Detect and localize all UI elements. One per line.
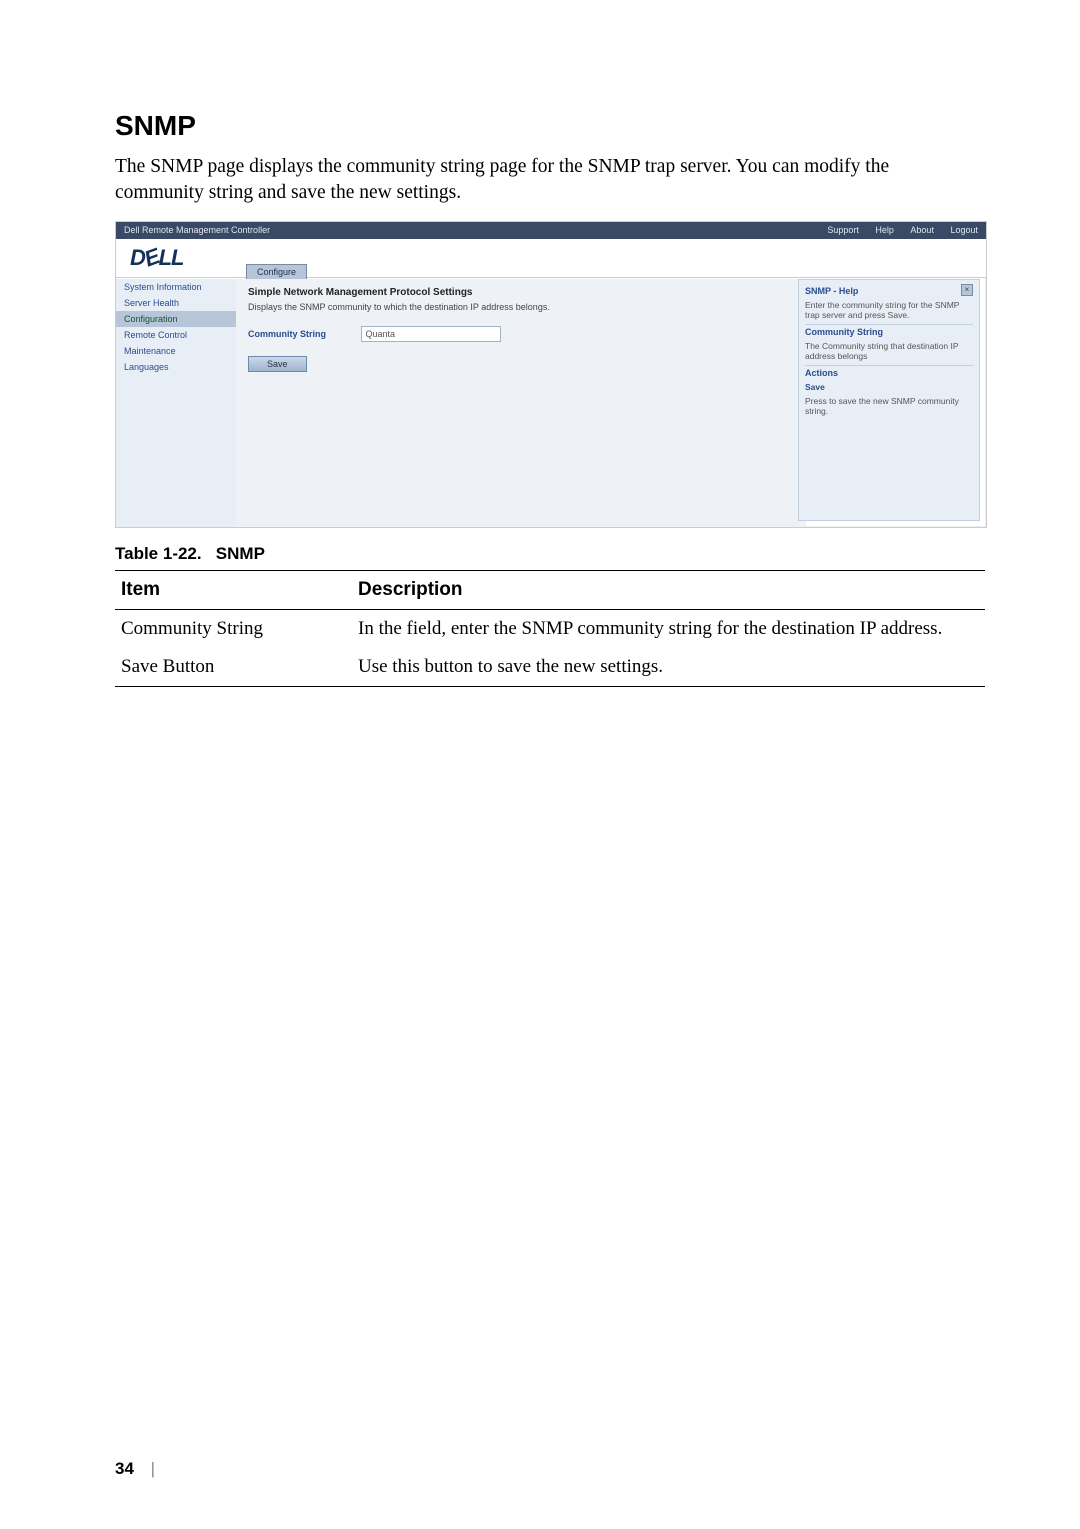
sidebar-item-server-health[interactable]: Server Health (116, 295, 236, 311)
help-intro: Enter the community string for the SNMP … (805, 300, 973, 320)
help-title: SNMP - Help (805, 284, 973, 298)
header-row: DELL Configure Alerts Mouse Mode Network… (116, 239, 986, 278)
sidebar-item-configuration[interactable]: Configuration (116, 311, 236, 327)
help-panel: × SNMP - Help Enter the community string… (798, 279, 980, 521)
community-string-input[interactable] (361, 326, 501, 342)
table-header-item: Item (115, 570, 352, 609)
window-titlebar: Dell Remote Management Controller Suppor… (116, 222, 986, 239)
main-tab-strip: Configure (246, 262, 307, 280)
content-header: Simple Network Management Protocol Setti… (248, 287, 794, 298)
dell-logo: DELL (130, 245, 183, 271)
link-help[interactable]: Help (875, 225, 894, 235)
content-pane: Simple Network Management Protocol Setti… (236, 279, 806, 527)
link-about[interactable]: About (910, 225, 934, 235)
window-title: Dell Remote Management Controller (124, 222, 270, 239)
help-section-actions: Actions (805, 365, 973, 380)
cell-desc: Use this button to save the new settings… (352, 648, 985, 687)
snmp-table: Item Description Community String In the… (115, 570, 985, 687)
table-header-description: Description (352, 570, 985, 609)
screenshot-figure: Dell Remote Management Controller Suppor… (115, 221, 987, 528)
page-footer: 34 | (115, 1459, 167, 1479)
close-icon[interactable]: × (961, 284, 973, 296)
intro-paragraph: The SNMP page displays the community str… (115, 154, 980, 207)
sidebar-item-languages[interactable]: Languages (116, 359, 236, 375)
page-number: 34 (115, 1459, 134, 1478)
sidebar-item-maintenance[interactable]: Maintenance (116, 343, 236, 359)
link-support[interactable]: Support (827, 225, 859, 235)
content-description: Displays the SNMP community to which the… (248, 302, 794, 312)
table-row: Community String In the field, enter the… (115, 609, 985, 648)
footer-separator: | (139, 1459, 167, 1478)
section-heading: SNMP (115, 110, 980, 142)
cell-item: Save Button (115, 648, 352, 687)
help-section-community-string-text: The Community string that destination IP… (805, 341, 973, 361)
community-string-label: Community String (248, 329, 358, 339)
tab-configure[interactable]: Configure (246, 264, 307, 279)
table-row: Save Button Use this button to save the … (115, 648, 985, 687)
help-action-save-text: Press to save the new SNMP community str… (805, 396, 973, 416)
help-action-save-label: Save (805, 382, 973, 392)
sidebar-item-system-information[interactable]: System Information (116, 279, 236, 295)
save-button[interactable]: Save (248, 356, 307, 372)
cell-item: Community String (115, 609, 352, 648)
table-caption: Table 1-22. SNMP (115, 544, 980, 564)
link-logout[interactable]: Logout (950, 225, 978, 235)
help-section-community-string: Community String (805, 324, 973, 339)
sidebar-item-remote-control[interactable]: Remote Control (116, 327, 236, 343)
cell-desc: In the field, enter the SNMP community s… (352, 609, 985, 648)
sidebar: System Information Server Health Configu… (116, 279, 237, 527)
